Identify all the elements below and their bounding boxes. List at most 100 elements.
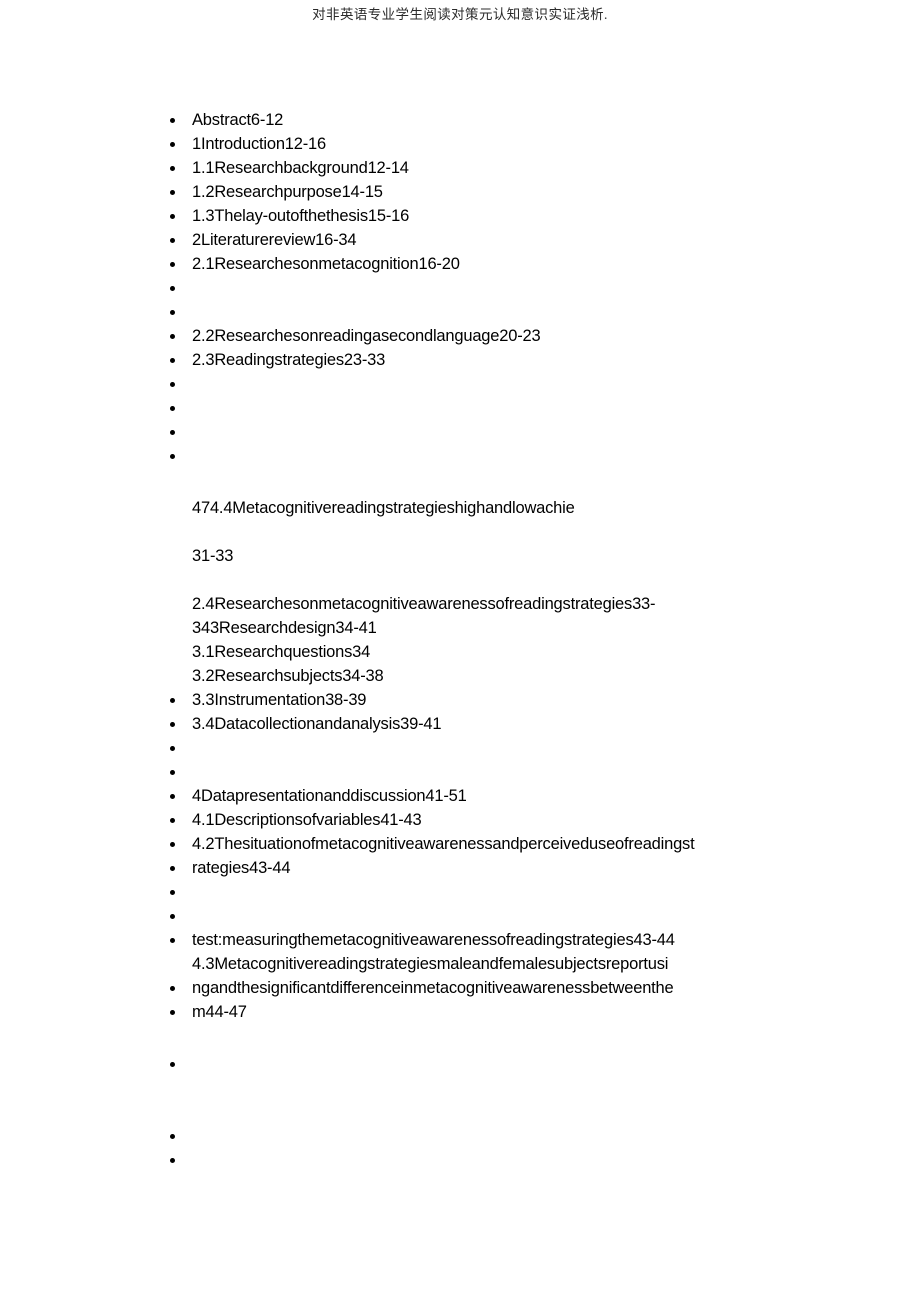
toc-entry[interactable]: m44-47 — [0, 1000, 920, 1024]
bullet-icon — [170, 818, 175, 823]
bullet-icon — [170, 698, 175, 703]
toc-entry-label: 343Researchdesign34-41 — [192, 619, 377, 637]
bullet-icon — [170, 214, 175, 219]
bullet-icon — [170, 382, 175, 387]
toc-entry-empty[interactable] — [0, 1148, 920, 1172]
toc-spacer — [0, 1076, 920, 1124]
toc-entry[interactable]: 2.3Readingstrategies23-33 — [0, 348, 920, 372]
toc-entry[interactable]: 2.2Researchesonreadingasecondlanguage20-… — [0, 324, 920, 348]
bullet-icon — [170, 746, 175, 751]
toc-entry-label: 1.2Researchpurpose14-15 — [192, 183, 383, 201]
toc-entry-label: 4.1Descriptionsofvariables41-43 — [192, 811, 422, 829]
toc-entry[interactable]: 2Literaturereview16-34 — [0, 228, 920, 252]
toc-entry[interactable]: 1Introduction12-16 — [0, 132, 920, 156]
toc-entry[interactable]: 3.3Instrumentation38-39 — [0, 688, 920, 712]
bullet-icon — [170, 118, 175, 123]
toc-entry-label: 31-33 — [192, 547, 234, 565]
bullet-icon — [170, 1134, 175, 1139]
bullet-icon — [170, 914, 175, 919]
toc-spacer — [0, 1024, 920, 1052]
toc-entry-label: 2.2Researchesonreadingasecondlanguage20-… — [192, 327, 541, 345]
toc-entry[interactable]: Abstract6-12 — [0, 108, 920, 132]
toc-entry[interactable]: 1.3Thelay-outofthethesis15-16 — [0, 204, 920, 228]
toc-entry[interactable]: 3.2Researchsubjects34-38 — [0, 664, 920, 688]
toc-entry-label: 1Introduction12-16 — [192, 135, 326, 153]
toc-entry-label: 474.4Metacognitivereadingstrategieshigha… — [192, 499, 575, 517]
toc-entry-empty[interactable] — [0, 1124, 920, 1148]
toc-entry-empty[interactable] — [0, 396, 920, 420]
toc-entry-label: 2Literaturereview16-34 — [192, 231, 357, 249]
toc-entry-label: ngandthesignificantdifferenceinmetacogni… — [192, 979, 674, 997]
bullet-icon — [170, 1010, 175, 1015]
toc-entry[interactable]: 3.4Datacollectionandanalysis39-41 — [0, 712, 920, 736]
toc-entry[interactable]: 31-33 — [0, 544, 920, 568]
toc-entry-label: rategies43-44 — [192, 859, 291, 877]
toc-entry-label: Abstract6-12 — [192, 111, 284, 129]
toc-entry[interactable]: 4.3Metacognitivereadingstrategiesmaleand… — [0, 952, 920, 976]
toc-entry[interactable]: 4.2Thesituationofmetacognitiveawarenessa… — [0, 832, 920, 856]
toc-entry-label: 1.3Thelay-outofthethesis15-16 — [192, 207, 410, 225]
toc-entry-empty[interactable] — [0, 904, 920, 928]
bullet-icon — [170, 238, 175, 243]
bullet-icon — [170, 986, 175, 991]
bullet-icon — [170, 454, 175, 459]
bullet-icon — [170, 770, 175, 775]
toc-spacer — [0, 468, 920, 496]
toc-entry-label: 2.4Researchesonmetacognitiveawarenessofr… — [192, 595, 656, 613]
toc-entry[interactable]: ngandthesignificantdifferenceinmetacogni… — [0, 976, 920, 1000]
toc-entry-empty[interactable] — [0, 276, 920, 300]
bullet-icon — [170, 430, 175, 435]
toc-entry-empty[interactable] — [0, 1052, 920, 1076]
toc-entry[interactable]: 2.1Researchesonmetacognition16-20 — [0, 252, 920, 276]
bullet-icon — [170, 1158, 175, 1163]
bullet-icon — [170, 890, 175, 895]
bullet-icon — [170, 142, 175, 147]
toc-entry-empty[interactable] — [0, 880, 920, 904]
toc-entry-label: 3.2Researchsubjects34-38 — [192, 667, 384, 685]
toc-entry[interactable]: 2.4Researchesonmetacognitiveawarenessofr… — [0, 592, 920, 616]
bullet-icon — [170, 310, 175, 315]
toc-entry-empty[interactable] — [0, 736, 920, 760]
bullet-icon — [170, 866, 175, 871]
toc-entry[interactable]: 343Researchdesign34-41 — [0, 616, 920, 640]
toc-entry[interactable]: test:measuringthemetacognitiveawarenesso… — [0, 928, 920, 952]
bullet-icon — [170, 406, 175, 411]
bullet-icon — [170, 938, 175, 943]
toc-entry-label: 1.1Researchbackground12-14 — [192, 159, 409, 177]
toc-entry-empty[interactable] — [0, 300, 920, 324]
toc-entry-empty[interactable] — [0, 444, 920, 468]
toc-entry-label: 2.1Researchesonmetacognition16-20 — [192, 255, 460, 273]
running-header-text: 对非英语专业学生阅读对策元认知意识实证浅析. — [312, 7, 608, 22]
toc-entry[interactable]: 1.1Researchbackground12-14 — [0, 156, 920, 180]
bullet-icon — [170, 358, 175, 363]
toc-spacer — [0, 520, 920, 544]
toc-entry-label: 3.3Instrumentation38-39 — [192, 691, 367, 709]
toc-spacer — [0, 568, 920, 592]
page-running-header: 对非英语专业学生阅读对策元认知意识实证浅析. — [0, 0, 920, 26]
toc-entry-label: 4.2Thesituationofmetacognitiveawarenessa… — [192, 835, 695, 853]
toc-entry-label: test:measuringthemetacognitiveawarenesso… — [192, 931, 675, 949]
bullet-icon — [170, 190, 175, 195]
toc-entry-label: 3.1Researchquestions34 — [192, 643, 371, 661]
toc-entry-empty[interactable] — [0, 372, 920, 396]
toc-entry[interactable]: 3.1Researchquestions34 — [0, 640, 920, 664]
toc-entry[interactable]: rategies43-44 — [0, 856, 920, 880]
toc-entry-label: 2.3Readingstrategies23-33 — [192, 351, 386, 369]
bullet-icon — [170, 334, 175, 339]
toc-entry-label: 3.4Datacollectionandanalysis39-41 — [192, 715, 442, 733]
toc-entry-empty[interactable] — [0, 760, 920, 784]
bullet-icon — [170, 166, 175, 171]
bullet-icon — [170, 262, 175, 267]
bullet-icon — [170, 286, 175, 291]
bullet-icon — [170, 1062, 175, 1067]
toc-entry[interactable]: 4Datapresentationanddiscussion41-51 — [0, 784, 920, 808]
bullet-icon — [170, 842, 175, 847]
toc-entry-label: 4.3Metacognitivereadingstrategiesmaleand… — [192, 955, 669, 973]
toc-entry[interactable]: 1.2Researchpurpose14-15 — [0, 180, 920, 204]
toc-entry[interactable]: 4.1Descriptionsofvariables41-43 — [0, 808, 920, 832]
table-of-contents: Abstract6-12 1Introduction12-16 1.1Resea… — [0, 108, 920, 1172]
toc-entry-empty[interactable] — [0, 420, 920, 444]
bullet-icon — [170, 722, 175, 727]
toc-entry-label: m44-47 — [192, 1003, 247, 1021]
toc-entry[interactable]: 474.4Metacognitivereadingstrategieshigha… — [0, 496, 920, 520]
